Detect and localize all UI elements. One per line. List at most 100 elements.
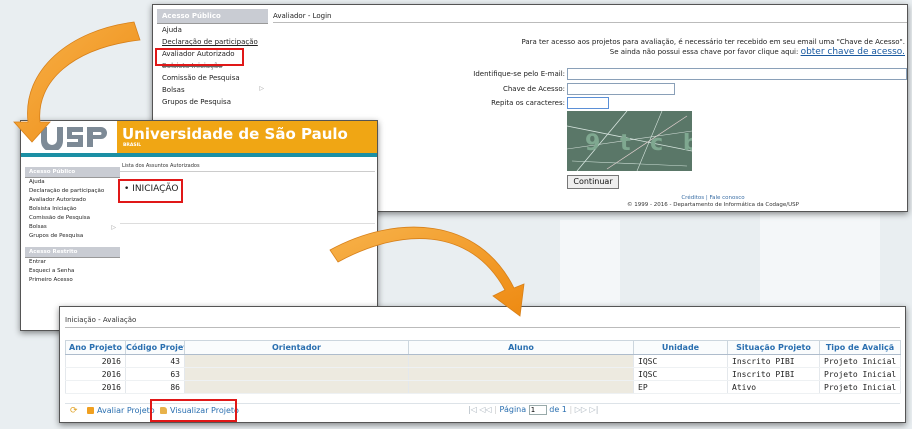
evaluate-project-button[interactable]: Avaliar Projeto [87,406,155,415]
prev-page-icon[interactable]: ◁◁ [479,405,491,414]
country-label: BRASIL [123,143,142,148]
sidebar-item-label: Bolsas [162,86,185,94]
sidebar-item-entrar[interactable]: Entrar [25,258,120,267]
sidebar-head-public: Acesso Público [157,9,268,24]
cell-unidade: IQSC [633,354,728,368]
page-input[interactable] [528,405,547,415]
first-page-icon[interactable]: |◁ [468,405,477,414]
view-project-button[interactable]: Visualizar Projeto [160,406,239,415]
sidebar-head-public: Acesso Público [25,167,120,178]
cell-codigo: 63 [125,367,185,381]
col-header-ano[interactable]: Ano Projeto [65,340,126,355]
refresh-button[interactable]: ⟳ [70,406,78,416]
sidebar-item-avaliador[interactable]: Avaliador Autorizado [25,196,120,205]
continue-button[interactable]: Continuar [567,175,619,189]
login-footer: Créditos | Fale conosco © 1999 - 2016 - … [563,195,863,209]
sidebar-head-restricted: Acesso Restrito [25,247,120,258]
cell-aluno [408,367,634,381]
list-item-iniciacao[interactable]: • INICIAÇÃO [124,184,179,194]
login-instructions: Para ter acesso aos projetos para avalia… [453,37,905,57]
col-header-aluno[interactable]: Aluno [408,340,634,355]
cell-orientador [184,367,409,381]
sidebar-item-esqueci-senha[interactable]: Esqueci a Senha [25,267,120,276]
cell-aluno [408,380,634,394]
page-label: Página [499,405,527,414]
sidebar-item-bolsista[interactable]: Bolsista Iniciação [25,205,120,214]
cell-orientador [184,380,409,394]
usp-teal-bar [21,153,377,157]
sidebar-item-ajuda[interactable]: Ajuda [25,178,120,187]
sidebar-item-declaracao[interactable]: Declaração de participação [25,187,120,196]
cell-tipo: Projeto Inicial [819,354,901,368]
grid-title: Iniciação - Avaliação [65,316,137,324]
sidebar-item-grupos[interactable]: Grupos de Pesquisa [157,96,268,108]
usp-header: Universidade de São Paulo BRASIL [21,121,377,157]
table-row[interactable]: 2016 86 EP Ativo Projeto Inicial [65,380,901,394]
cell-unidade: EP [633,380,728,394]
sidebar-item-primeiro-acesso[interactable]: Primeiro Acesso [25,276,120,285]
cell-situacao: Inscrito PIBI [727,354,820,368]
credits-link[interactable]: Créditos | Fale conosco [563,195,863,202]
sidebar-item-bolsas[interactable]: Bolsas ▷ [157,84,268,96]
last-page-icon[interactable]: ▷| [590,405,599,414]
cell-ano: 2016 [65,367,126,381]
captcha-field[interactable] [567,97,609,109]
evaluate-icon [87,407,94,414]
email-label: Identifique-se pelo E-mail: [473,70,565,78]
refresh-icon: ⟳ [70,406,78,416]
email-field[interactable] [567,68,907,80]
instructions-line-2: Se ainda não possui essa chave por favor… [453,47,905,57]
cell-orientador [184,354,409,368]
col-header-tipo[interactable]: Tipo de Avaliçã [819,340,901,355]
copyright-text: © 1999 - 2016 - Departamento de Informát… [627,202,799,208]
login-sidebar: Acesso Público Ajuda Declaração de parti… [157,9,268,108]
page-title: Avaliador - Login [273,12,332,20]
evaluation-window: Iniciação - Avaliação Ano Projeto Código… [59,306,906,423]
col-header-orientador[interactable]: Orientador [184,340,409,355]
sidebar-item-ajuda[interactable]: Ajuda [157,24,268,36]
list-divider [120,171,375,172]
evaluate-label: Avaliar Projeto [97,406,155,415]
usp-window: Universidade de São Paulo BRASIL Acesso … [20,120,378,331]
chevron-right-icon: ▷ [111,224,116,231]
captcha-image: 9 t c b [567,111,692,171]
pager: |◁ ◁◁ | Página de 1 | ▷▷ ▷| [468,405,598,415]
page-total: de 1 [549,405,567,414]
sidebar-item-comissao[interactable]: Comissão de Pesquisa [25,214,120,223]
cell-situacao: Ativo [727,380,820,394]
col-header-unidade[interactable]: Unidade [633,340,728,355]
usp-logo-icon [37,124,115,150]
sidebar-item-bolsas[interactable]: Bolsas ▷ [25,223,120,232]
access-key-label: Chave de Acesso: [502,85,565,93]
table-row[interactable]: 2016 63 IQSC Inscrito PIBI Projeto Inici… [65,367,901,381]
sidebar-item-grupos[interactable]: Grupos de Pesquisa [25,232,120,241]
cell-tipo: Projeto Inicial [819,367,901,381]
sidebar-item-bolsista[interactable]: Bolsista Iniciação [157,60,268,72]
cell-unidade: IQSC [633,367,728,381]
title-divider [273,22,907,23]
usp-sidebar: Acesso Público Ajuda Declaração de parti… [25,167,120,285]
get-key-link[interactable]: obter chave de acesso. [801,47,905,57]
col-header-situacao[interactable]: Situação Projeto [727,340,820,355]
next-page-icon[interactable]: ▷▷ [575,405,587,414]
sidebar-item-label: Bolsas [29,224,47,230]
col-header-codigo[interactable]: Código Projet [125,340,185,355]
cell-codigo: 43 [125,354,185,368]
table-row[interactable]: 2016 43 IQSC Inscrito PIBI Projeto Inici… [65,354,901,368]
university-title: Universidade de São Paulo [122,125,348,143]
captcha-text: 9 t c b [585,131,692,156]
cell-aluno [408,354,634,368]
grid-toolbar: ⟳ Avaliar Projeto Visualizar Projeto |◁ … [65,403,900,417]
sidebar-item-declaracao[interactable]: Declaração de participação [157,36,268,48]
access-key-field[interactable] [567,83,675,95]
view-label: Visualizar Projeto [170,406,239,415]
cell-ano: 2016 [65,354,126,368]
instructions-line-1: Para ter acesso aos projetos para avalia… [521,38,905,46]
sidebar-item-comissao[interactable]: Comissão de Pesquisa [157,72,268,84]
instructions-text: Se ainda não possui essa chave por favor… [609,48,799,56]
chevron-right-icon: ▷ [259,85,264,92]
projects-table: Ano Projeto Código Projet Orientador Alu… [65,340,901,394]
sidebar-item-avaliador[interactable]: Avaliador Autorizado [157,48,268,60]
cell-situacao: Inscrito PIBI [727,367,820,381]
folder-icon [160,407,167,414]
